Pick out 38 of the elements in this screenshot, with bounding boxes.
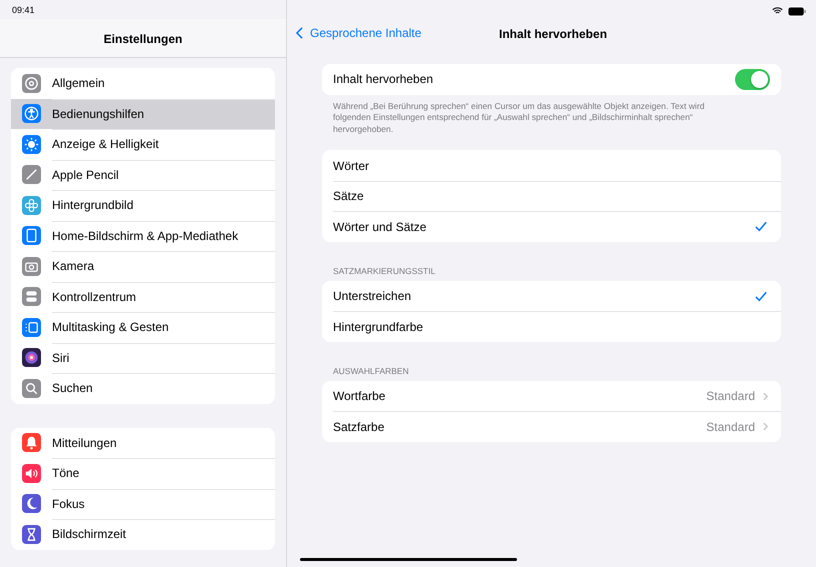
sidebar-item[interactable]: Fokus — [11, 488, 275, 519]
setting-value: Standard — [706, 420, 755, 434]
sidebar-item[interactable]: Mitteilungen — [11, 428, 275, 458]
battery-icon — [788, 6, 806, 16]
toggle-switch[interactable] — [735, 68, 770, 90]
sidebar-item[interactable]: Multitasking & Gesten — [11, 312, 275, 342]
option-row[interactable]: Sätze — [322, 180, 781, 212]
sidebar-item[interactable]: Kontrollzentrum — [11, 282, 275, 312]
sidebar-item[interactable]: Kamera — [11, 251, 275, 282]
sidebar-item[interactable]: Home-Bildschirm & App-Mediathek — [11, 220, 275, 251]
sidebar-item[interactable]: Allgemein — [11, 68, 275, 98]
sidebar-item[interactable]: Anzeige & Helligkeit — [11, 129, 275, 160]
option-row[interactable]: Wörter und Sätze — [322, 211, 781, 242]
sidebar-item[interactable]: Hintergrundbild — [11, 190, 275, 220]
section-header: SATZMARKIERUNGSSTIL — [332, 264, 436, 278]
back-chevron-icon — [296, 27, 303, 39]
section-header: AUSWAHLFARBEN — [332, 364, 410, 378]
chevron-icon — [763, 422, 768, 432]
sidebar-item[interactable]: Apple Pencil — [11, 160, 275, 190]
setting-label: Wortfarbe — [333, 389, 386, 404]
sidebar-title: Einstellungen — [0, 19, 286, 58]
sidebar-item[interactable]: Bedienungshilfen — [11, 98, 275, 129]
status-time: 09:41 — [11, 4, 36, 17]
option-row[interactable]: Wörter — [322, 150, 781, 181]
chevron-icon — [763, 392, 768, 401]
sidebar-item[interactable]: Töne — [11, 458, 275, 488]
setting-label: Satzfarbe — [333, 420, 384, 434]
setting-value: Standard — [706, 389, 755, 404]
sidebar-item[interactable]: Bildschirmzeit — [11, 519, 275, 550]
sidebar-item[interactable]: Suchen — [11, 373, 275, 404]
footer-note: Während „Bei Berührung sprechen“ einen Cursor um das ausgewählte Objekt anzeigen. Text wird folgenden Einstellungen entsprechend für „Auswahl sprechen“ und „Bildschirminhalt sprechen“ hervorgehoben. — [333, 100, 706, 136]
setting-label: Inhalt hervorheben — [333, 72, 434, 86]
sidebar-item[interactable]: Siri — [11, 342, 275, 373]
page-title: Inhalt hervorheben — [499, 27, 608, 41]
option-row[interactable]: Unterstreichen — [322, 280, 781, 312]
back-link[interactable]: Gesprochene Inhalte — [296, 26, 422, 40]
wifi-icon — [772, 7, 783, 15]
option-row[interactable]: Hintergrundfarbe — [322, 311, 781, 342]
